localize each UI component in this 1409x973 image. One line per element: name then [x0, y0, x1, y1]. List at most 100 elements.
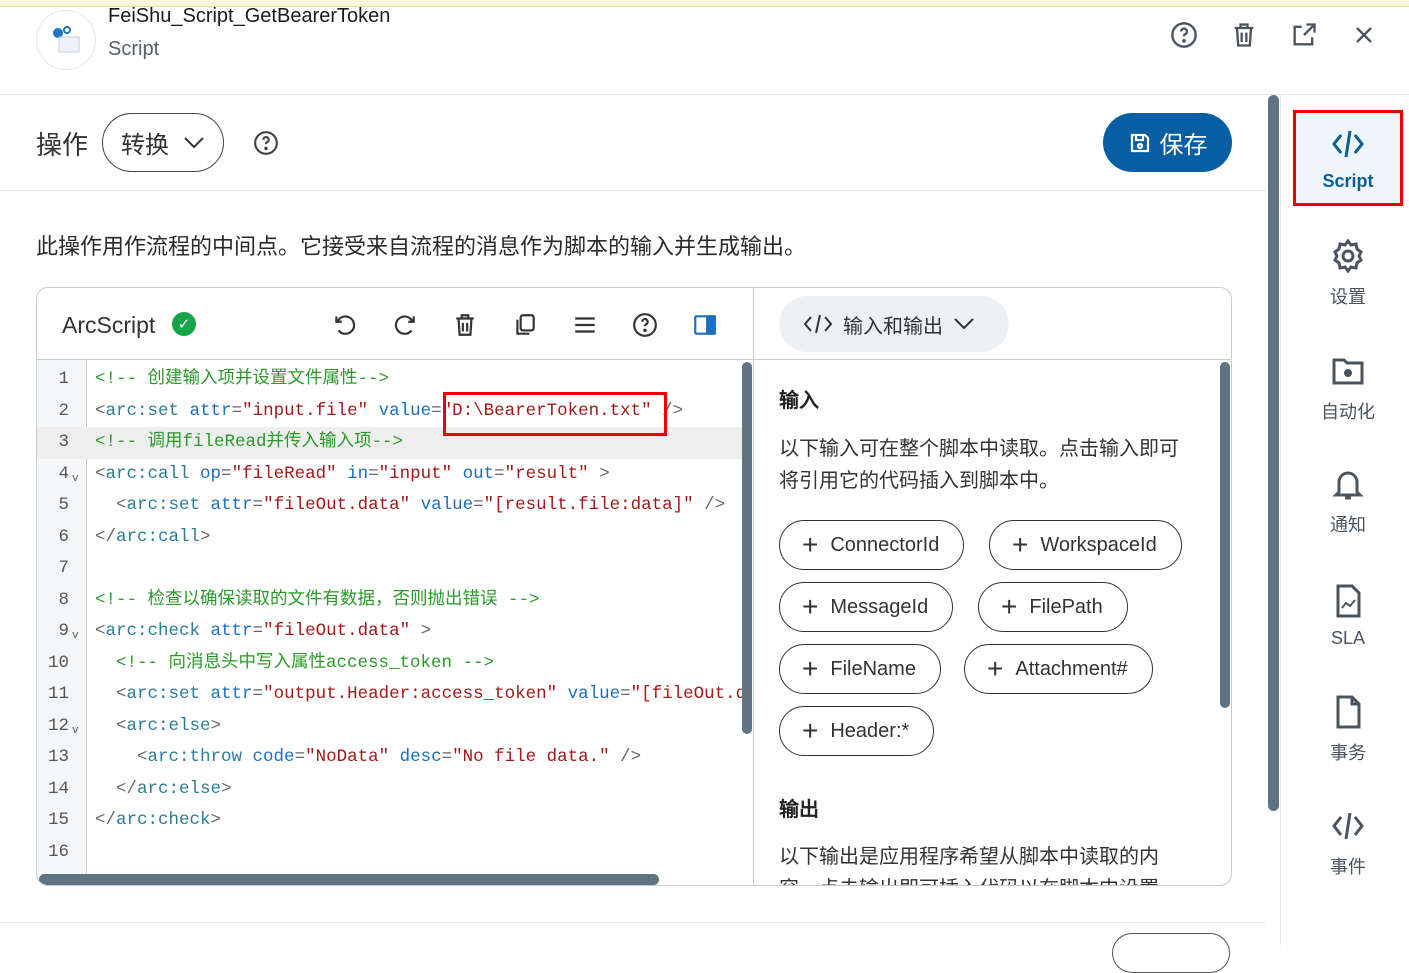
code-line[interactable]: 6 </arc:call>	[37, 522, 742, 554]
help-icon[interactable]	[1170, 21, 1198, 49]
close-icon[interactable]	[1350, 21, 1378, 49]
line-number: 9	[58, 621, 69, 641]
plus-icon: +	[802, 715, 819, 746]
bottom-button[interactable]	[1112, 933, 1230, 973]
code-vertical-scrollbar[interactable]	[742, 362, 752, 734]
code-line[interactable]: 5 <arc:set attr="fileOut.data" value="[r…	[37, 490, 742, 522]
code-token: =	[294, 747, 306, 767]
code-token: </	[95, 526, 117, 547]
help-icon[interactable]	[253, 130, 279, 156]
input-chip-label: FileName	[830, 657, 916, 680]
sidebar-item-1[interactable]: Script	[1293, 110, 1403, 206]
code-token: "No file data."	[452, 747, 621, 767]
code-text: <!-- 检查以确保读取的文件有数据，否则抛出错误 -->	[95, 585, 540, 617]
code-area[interactable]: 1 <!-- 创建输入项并设置文件属性--> 2 <arc:set attr="inp…	[37, 364, 742, 879]
code-line[interactable]: 8 <!-- 检查以确保读取的文件有数据，否则抛出错误 -->	[37, 585, 742, 617]
code-line[interactable]: 14 </arc:else>	[37, 774, 742, 806]
app-logo	[36, 10, 96, 70]
code-line[interactable]: 12 v <arc:else>	[37, 711, 742, 743]
code-token: value	[420, 495, 474, 515]
sidebar-item-label: SLA	[1330, 627, 1366, 648]
code-token: =	[431, 400, 442, 421]
sidebar-item-5[interactable]: SLA	[1293, 567, 1403, 663]
toggle-panel-icon[interactable]	[692, 312, 718, 338]
sidebar-item-label: Script	[1322, 170, 1374, 191]
code-token: "input.file"	[242, 400, 379, 421]
code-text: <arc:call op="fileRead" in="input" out="…	[95, 459, 610, 491]
copy-icon[interactable]	[512, 312, 538, 338]
code-horizontal-scrollbar[interactable]	[39, 874, 659, 885]
trash-icon[interactable]	[1230, 21, 1258, 49]
code-token: attr	[210, 621, 253, 641]
code-token: >	[221, 778, 232, 799]
operation-value: 转换	[121, 132, 169, 159]
input-chip[interactable]: + Header:*	[779, 706, 935, 756]
code-token: arc:check	[116, 810, 211, 830]
code-token: arc:set	[126, 495, 211, 515]
code-token: arc:set	[126, 684, 211, 704]
line-number: 1	[58, 369, 69, 389]
format-icon[interactable]	[572, 312, 598, 338]
open-external-icon[interactable]	[1290, 21, 1318, 49]
page-subtitle: Script	[108, 38, 160, 60]
trash-icon[interactable]	[452, 312, 478, 338]
line-number: 4	[58, 463, 69, 484]
operation-dropdown[interactable]: 转换	[102, 113, 224, 172]
input-chip[interactable]: + WorkspaceId	[989, 520, 1182, 570]
code-line[interactable]: 13 <arc:throw code="NoData" desc="No fil…	[37, 742, 742, 774]
code-icon	[1332, 130, 1364, 157]
input-chip[interactable]: + FileName	[779, 644, 941, 694]
plus-icon: +	[802, 591, 819, 622]
sidebar-item-3[interactable]: 自动化	[1293, 340, 1403, 436]
code-line[interactable]: 16	[37, 837, 742, 869]
code-text: <arc:check attr="fileOut.data" >	[95, 616, 431, 648]
input-chip[interactable]: + FilePath	[978, 582, 1128, 632]
save-button[interactable]: 保存	[1103, 113, 1232, 172]
code-line[interactable]: 9 v <arc:check attr="fileOut.data" >	[37, 616, 742, 648]
input-chip[interactable]: + MessageId	[779, 582, 954, 632]
code-token: arc:call	[116, 526, 201, 547]
input-chip[interactable]: + ConnectorId	[779, 520, 965, 570]
code-token: =	[221, 463, 232, 484]
code-token: "NoData"	[305, 747, 400, 767]
code-text: <!-- 调用fileRead并传入输入项-->	[95, 427, 403, 459]
code-line[interactable]: 15 </arc:check>	[37, 805, 742, 837]
code-line[interactable]: 1 <!-- 创建输入项并设置文件属性-->	[37, 364, 742, 396]
sidebar-item-7[interactable]: 事件	[1293, 795, 1403, 891]
line-number: 5	[58, 495, 69, 515]
code-text: </arc:check>	[95, 805, 221, 837]
page-scrollbar[interactable]	[1268, 95, 1279, 811]
code-token: attr	[210, 495, 253, 515]
input-chip[interactable]: + Attachment#	[964, 644, 1153, 694]
code-line[interactable]: 7	[37, 553, 742, 585]
code-line[interactable]: 11 <arc:set attr="output.Header:access_t…	[37, 679, 742, 711]
io-dropdown[interactable]: 输入和输出	[779, 296, 1009, 352]
code-token: value	[378, 400, 432, 421]
sidebar-item-2[interactable]: 设置	[1293, 225, 1403, 321]
plus-icon: +	[802, 653, 819, 684]
code-token: =	[441, 747, 453, 767]
save-icon	[1130, 133, 1149, 152]
code-line[interactable]: 10 <!-- 向消息头中写入属性access_token -->	[37, 648, 742, 680]
sidebar-item-4[interactable]: 通知	[1293, 453, 1403, 549]
sidebar-item-label: 通知	[1330, 515, 1366, 535]
code-token: "fileOut.data"	[263, 495, 421, 515]
code-token: value	[567, 684, 621, 704]
help-icon[interactable]	[632, 312, 658, 338]
code-token: desc	[399, 747, 442, 767]
sidebar-item-label: 事件	[1330, 857, 1366, 877]
code-token: op	[200, 463, 222, 484]
redo-icon[interactable]	[392, 312, 418, 338]
code-token: <!-- 调用fileRead并传入输入项-->	[95, 432, 404, 452]
plus-icon: +	[1012, 529, 1029, 560]
code-token: arc:else	[137, 778, 222, 799]
code-token: <	[95, 621, 106, 641]
code-line[interactable]: 4 v <arc:call op="fileRead" in="input" out…	[37, 459, 742, 491]
undo-icon[interactable]	[332, 312, 358, 338]
code-icon	[803, 314, 833, 334]
io-scrollbar[interactable]	[1220, 362, 1230, 708]
input-title: 输入	[779, 390, 819, 412]
sidebar-item-label: 自动化	[1321, 402, 1375, 422]
code-token: =	[252, 684, 264, 704]
sidebar-item-6[interactable]: 事务	[1293, 681, 1403, 777]
